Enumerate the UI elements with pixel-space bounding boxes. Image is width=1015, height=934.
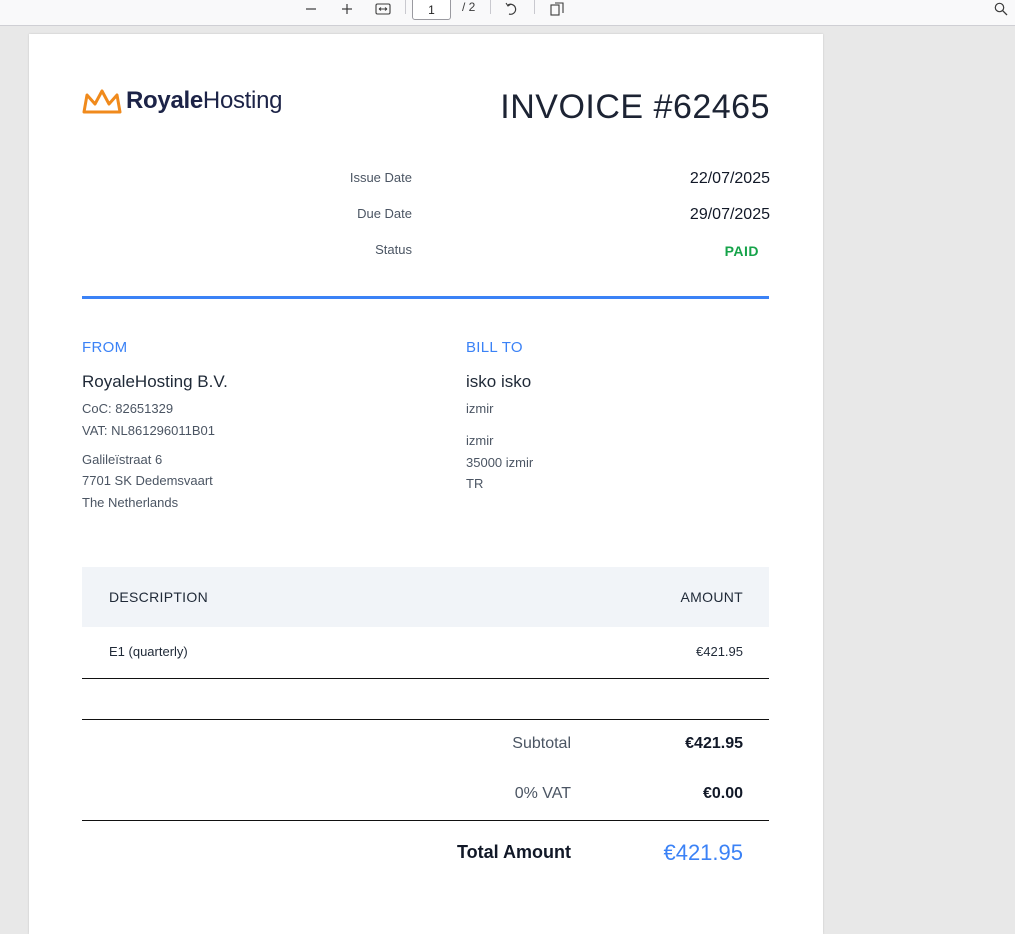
brand-logo: RoyaleHosting — [82, 87, 282, 115]
bill-to-line4: TR — [466, 476, 484, 491]
subtotal-label: Subtotal — [512, 735, 571, 752]
from-address-line2: 7701 SK Dedemsvaart — [82, 473, 213, 488]
status-badge: PAID — [724, 243, 759, 259]
page-count: / 2 — [462, 0, 476, 14]
from-coc: CoC: 82651329 — [82, 401, 174, 416]
toolbar-separator — [405, 0, 406, 14]
vat-value: €0.00 — [702, 785, 743, 802]
toolbar-separator — [490, 0, 491, 14]
status-label: Status — [375, 242, 412, 257]
bill-to-heading: BILL TO — [466, 339, 523, 356]
from-vat: VAT: NL861296011B01 — [82, 423, 215, 438]
item-description: E1 (quarterly) — [109, 644, 188, 659]
fit-width-icon — [375, 3, 391, 15]
bill-to-line1: izmir — [466, 401, 494, 416]
from-address-line1: Galileïstraat 6 — [82, 452, 163, 467]
bill-to-name: isko isko — [466, 372, 532, 391]
pdf-toolbar: 1 / 2 — [0, 0, 1015, 26]
vat-label: 0% VAT — [514, 785, 571, 802]
due-date-value: 29/07/2025 — [689, 206, 770, 223]
col-description-header: DESCRIPTION — [109, 589, 208, 605]
bill-to-line3: 35000 izmir — [466, 455, 534, 470]
item-amount: €421.95 — [696, 644, 743, 659]
zoom-in-button[interactable] — [338, 0, 356, 18]
search-icon — [994, 2, 1008, 16]
total-amount-value: €421.95 — [663, 840, 743, 865]
from-address-line3: The Netherlands — [82, 495, 179, 510]
subtotal-value: €421.95 — [685, 735, 743, 752]
invoice-title: INVOICE #62465 — [500, 88, 770, 126]
due-date-label: Due Date — [357, 206, 412, 221]
header-divider — [82, 296, 769, 299]
pages-icon — [550, 2, 564, 16]
rotate-icon — [505, 2, 517, 15]
plus-icon — [342, 4, 352, 14]
search-button[interactable] — [992, 0, 1010, 18]
brand-name: RoyaleHosting — [126, 87, 283, 114]
zoom-out-button[interactable] — [302, 0, 320, 18]
crown-icon — [82, 89, 122, 114]
bill-to-line2: izmir — [466, 433, 494, 448]
summary-top-rule — [82, 719, 769, 720]
issue-date-label: Issue Date — [349, 170, 412, 185]
from-name: RoyaleHosting B.V. — [82, 372, 228, 391]
invoice-page: RoyaleHosting INVOICE #62465 Issue Date … — [29, 34, 823, 934]
col-amount-header: AMOUNT — [680, 589, 743, 605]
fit-width-button[interactable] — [373, 0, 393, 18]
minus-icon — [306, 8, 316, 10]
page-number-input[interactable]: 1 — [412, 0, 451, 20]
issue-date-value: 22/07/2025 — [689, 170, 770, 187]
items-table-header: DESCRIPTION AMOUNT — [82, 567, 769, 627]
from-heading: FROM — [82, 339, 128, 356]
rotate-button[interactable] — [502, 0, 522, 18]
table-bottom-rule — [82, 678, 769, 679]
total-amount-label: Total Amount — [457, 842, 571, 862]
toolbar-separator — [534, 0, 535, 14]
page-view-button[interactable] — [546, 0, 568, 18]
total-top-rule — [82, 820, 769, 821]
